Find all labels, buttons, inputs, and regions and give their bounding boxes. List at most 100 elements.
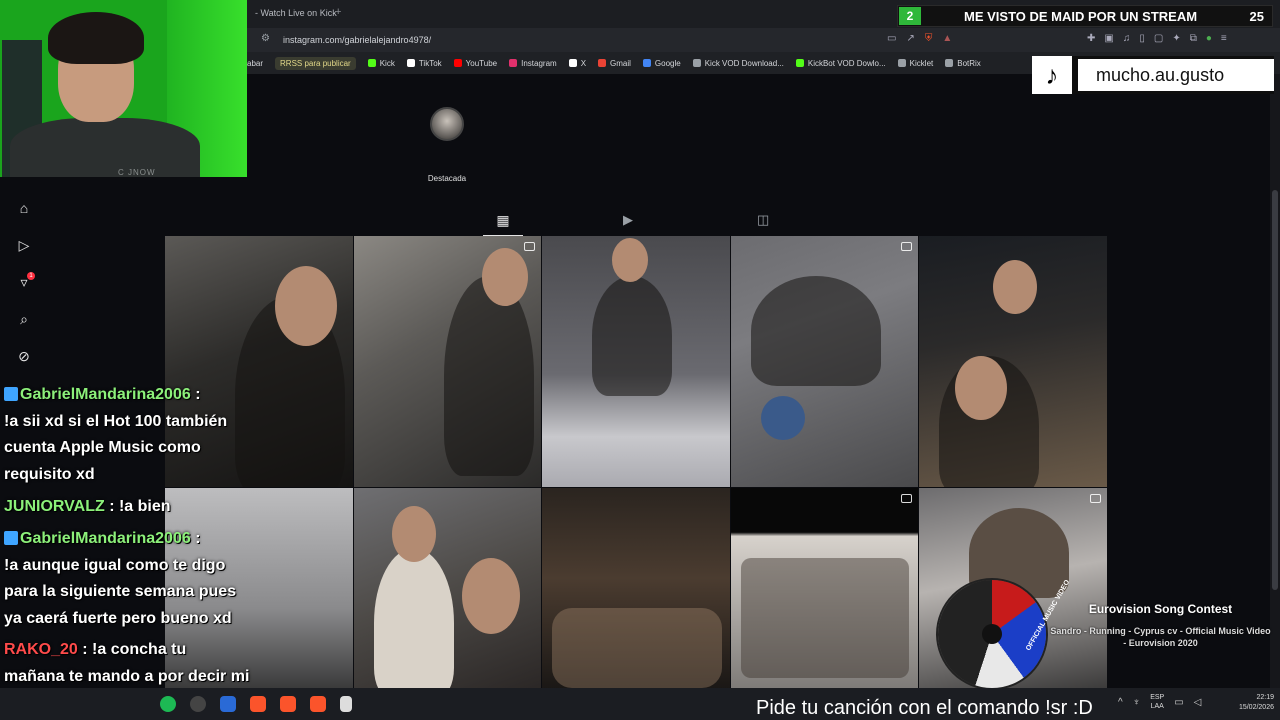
bookmark-favicon-icon — [897, 59, 906, 67]
reel-badge-icon — [1089, 494, 1101, 503]
clock-time: 22:19 — [1256, 694, 1274, 701]
search-icon[interactable]: ⌕ — [16, 311, 32, 327]
scrollbar-thumb[interactable] — [1272, 190, 1278, 590]
post-tile[interactable] — [542, 488, 730, 689]
chat-text: !a bien — [118, 498, 171, 515]
post-tile[interactable] — [542, 236, 730, 487]
leo-icon[interactable]: ✦ — [1172, 33, 1180, 44]
bookmark-label: Kick — [379, 58, 395, 68]
language-indicator[interactable]: ESP LAA — [1150, 693, 1164, 711]
bookmark-2[interactable]: Kick — [367, 58, 395, 68]
vpn-icon[interactable]: ● — [1206, 33, 1212, 44]
brave-shield-icon[interactable]: ⛨ — [925, 33, 933, 44]
tab-posts-grid[interactable]: ▦ — [483, 208, 523, 236]
bookmark-label: KickBot VOD Dowlo... — [807, 58, 886, 68]
reels-icon: ▶︎ — [623, 212, 633, 227]
bookmark-favicon-icon — [642, 59, 651, 67]
bookmark-favicon-icon — [568, 59, 577, 67]
site-settings-icon[interactable]: ⚙ — [261, 33, 273, 45]
bookmark-6[interactable]: X — [568, 58, 587, 68]
bookmark-favicon-icon — [795, 59, 804, 67]
song-request-ticker: Pide tu canción con el comando !sr :D — [756, 697, 1093, 719]
profile-tabs: ▦ ▶︎ ◫ — [165, 208, 1103, 236]
taskbar-apps — [160, 696, 352, 712]
screenshot-icon[interactable]: ▣ — [1104, 33, 1113, 44]
file-icon[interactable] — [340, 696, 352, 712]
post-tile[interactable] — [919, 236, 1107, 487]
app-icon[interactable] — [190, 696, 206, 712]
tab-reels[interactable]: ▶︎ — [623, 212, 633, 228]
share-icon[interactable]: ↗ — [906, 33, 914, 44]
bookmark-5[interactable]: Instagram — [509, 59, 557, 68]
menu-icon[interactable]: ≡ — [1221, 33, 1227, 44]
bookmark-label: TikTok — [418, 58, 442, 68]
bookmark-favicon-icon — [509, 59, 518, 67]
song-rank: 2 — [899, 7, 921, 25]
install-icon[interactable]: ▭ — [887, 33, 896, 44]
music-icon[interactable]: ♫ — [1123, 33, 1131, 44]
bookmark-favicon-icon — [945, 59, 954, 67]
post-tile[interactable] — [353, 488, 542, 689]
explore-icon[interactable]: ⊘ — [16, 348, 32, 364]
post-tile[interactable] — [730, 488, 919, 689]
bookmark-favicon-icon — [453, 59, 462, 67]
bookmark-10[interactable]: KickBot VOD Dowlo... — [795, 58, 886, 68]
chat-message: GabrielMandarina2006 : !a sii xd si el H… — [4, 386, 228, 483]
reader-icon[interactable]: ▯ — [1139, 33, 1145, 44]
bookmark-label: Google — [654, 58, 681, 68]
brave-icon[interactable] — [310, 696, 326, 712]
bookmark-11[interactable]: Kicklet — [897, 59, 933, 68]
chat-username: RAKO_20 — [4, 641, 78, 658]
bookmark-3[interactable]: TikTok — [406, 58, 442, 68]
extension-icon[interactable]: ✚ — [1087, 33, 1095, 44]
url-field[interactable]: instagram.com/gabrielalejandro4978/ — [283, 35, 431, 45]
bookmark-7[interactable]: Gmail — [598, 59, 631, 68]
bookmark-8[interactable]: Google — [642, 58, 681, 68]
bookmark-label: X — [580, 58, 587, 68]
story-highlight-avatar[interactable] — [430, 107, 464, 141]
browser-tab[interactable]: - Watch Live on Kick — [255, 8, 337, 18]
new-tab-button[interactable]: + — [335, 6, 341, 18]
post-tile[interactable] — [353, 236, 542, 487]
instagram-sidebar: ⌂ ▷ ▿ 1 ⌕ ⊘ — [0, 190, 48, 380]
reel-badge-icon — [524, 242, 536, 251]
tab-tagged[interactable]: ◫ — [757, 212, 769, 228]
bookmark-label: abar — [247, 58, 264, 68]
brave-rewards-icon[interactable]: ▲ — [942, 33, 952, 44]
microphone-icon[interactable]: ♆ — [1133, 697, 1141, 708]
post-tile[interactable] — [730, 236, 919, 487]
bookmark-1[interactable]: RRSS para publicar — [275, 56, 356, 70]
reels-nav-icon[interactable]: ▷ — [16, 237, 32, 253]
now-playing-artist: Eurovision Song Contest — [1088, 602, 1233, 616]
network-icon[interactable]: ▭ — [1174, 697, 1183, 708]
system-clock[interactable]: 22:19 15/02/2026 — [1218, 693, 1274, 713]
chat-username: GabrielMandarina2006 — [20, 530, 191, 547]
bookmark-favicon-icon — [692, 59, 701, 67]
chat-badge-icon — [4, 387, 18, 401]
bookmark-favicon-icon — [598, 59, 607, 67]
spotify-icon[interactable] — [160, 696, 176, 712]
bookmark-9[interactable]: Kick VOD Download... — [692, 59, 784, 68]
chat-message: JUNIORVALZ : !a bien — [4, 498, 171, 515]
webcam-shirt-text: C JNOW — [118, 168, 156, 177]
tiktok-logo-icon: ♪ — [1032, 56, 1072, 94]
chat-text: !a aunque igual como te digo para la sig… — [4, 556, 237, 627]
reel-badge-icon — [901, 242, 913, 251]
tiktok-handle: mucho.au.gusto — [1078, 59, 1274, 91]
chat-username: GabrielMandarina2006 — [20, 386, 191, 403]
webcam-overlay: C JNOW — [0, 0, 247, 177]
bookmark-0[interactable]: abar — [247, 59, 263, 68]
chevron-up-icon[interactable]: ^ — [1118, 697, 1123, 708]
bookmark-12[interactable]: BotRix — [945, 59, 981, 68]
address-actions: ▭ ↗ ⛨ ▲ — [887, 33, 952, 44]
bookmark-favicon-icon — [367, 59, 376, 67]
home-icon[interactable]: ⌂ — [16, 200, 32, 216]
puzzle-icon[interactable]: ⧉ — [1190, 33, 1197, 44]
bookmark-label: BotRix — [957, 58, 981, 68]
volume-icon[interactable]: ◁ — [1194, 697, 1202, 708]
bookmark-4[interactable]: YouTube — [453, 59, 497, 68]
window-icon[interactable]: ▢ — [1154, 33, 1163, 44]
brave-icon[interactable] — [280, 696, 296, 712]
app-icon[interactable] — [220, 696, 236, 712]
brave-icon[interactable] — [250, 696, 266, 712]
